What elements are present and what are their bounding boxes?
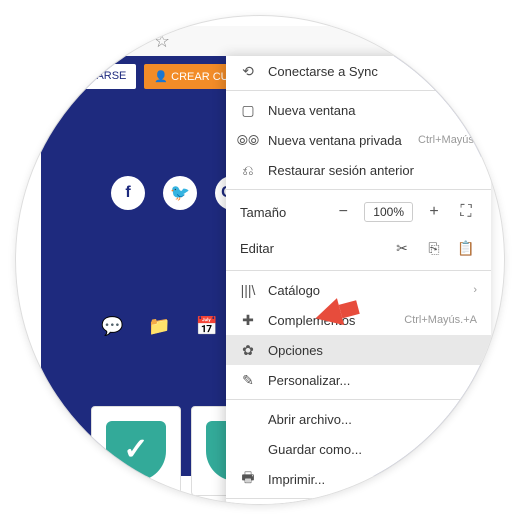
separator — [226, 270, 491, 271]
library-icon[interactable]: |||\ — [464, 31, 471, 52]
menu-label: Abrir archivo... — [268, 412, 448, 427]
mask-icon: ⦾⦾ — [240, 132, 256, 148]
create-account-button[interactable]: 👤 CREAR CU — [144, 64, 238, 89]
printer-icon: 🖶 — [240, 471, 256, 487]
sync-icon: ⟲ — [240, 63, 256, 79]
paintbrush-icon: ✎ — [240, 372, 256, 388]
zoom-out-button[interactable]: − — [332, 201, 354, 223]
puzzle-icon: ✚ — [240, 312, 256, 328]
cut-button[interactable]: ✂ — [391, 237, 413, 259]
shortcut: Ctrl+Mayús.+A — [404, 314, 477, 326]
menu-options[interactable]: ✿ Opciones — [226, 335, 491, 365]
menu-new-window[interactable]: ▢ Nueva ventana — [226, 95, 491, 125]
fullscreen-button[interactable]: ⛶ — [455, 201, 477, 223]
menu-label: Personalizar... — [268, 373, 477, 388]
card-item[interactable] — [91, 406, 181, 496]
zoom-value: 100% — [364, 202, 413, 222]
facebook-icon[interactable]: f — [111, 176, 145, 210]
menu-label: Restaurar sesión anterior — [268, 163, 477, 178]
shortcut: Ctrl+Mayús. — [418, 134, 477, 146]
menu-label: Catálogo — [268, 283, 461, 298]
menu-label: Guardar como... — [268, 442, 477, 457]
menu-zoom: Tamaño − 100% + ⛶ — [226, 194, 491, 230]
menu-edit: Editar ✂ ⎘ 📋 — [226, 230, 491, 266]
menu-label: Nueva ventana — [268, 103, 477, 118]
chat-icon[interactable]: 💬 — [101, 316, 123, 337]
chevron-right-icon: › — [473, 284, 477, 296]
browser-toolbar: ••• ☆ |||\ — [81, 26, 481, 56]
separator — [226, 399, 491, 400]
restore-icon: ⎌ — [240, 162, 256, 178]
folder-icon[interactable]: 📁 — [148, 316, 170, 337]
bookmark-star-icon[interactable]: ☆ — [154, 31, 170, 52]
copy-button[interactable]: ⎘ — [423, 237, 445, 259]
menu-new-private-window[interactable]: ⦾⦾ Nueva ventana privada Ctrl+Mayús. — [226, 125, 491, 155]
separator — [226, 189, 491, 190]
menu-label: Imprimir... — [268, 472, 477, 487]
edit-label: Editar — [240, 241, 381, 256]
menu-sync[interactable]: ⟲ Conectarse a Sync — [226, 56, 491, 86]
menu-customize[interactable]: ✎ Personalizar... — [226, 365, 491, 395]
calendar-icon[interactable]: 📅 — [196, 316, 218, 337]
library-icon: |||\ — [240, 282, 256, 298]
menu-open-file[interactable]: Abrir archivo... Ctrl — [226, 404, 491, 434]
menu-print[interactable]: 🖶 Imprimir... — [226, 464, 491, 494]
overflow-icon[interactable]: ••• — [91, 32, 114, 50]
window-icon: ▢ — [240, 102, 256, 118]
twitter-icon[interactable]: 🐦 — [163, 176, 197, 210]
login-button[interactable]: NTIFICARSE — [51, 64, 136, 89]
menu-catalog[interactable]: |||\ Catálogo › — [226, 275, 491, 305]
menu-restore-session[interactable]: ⎌ Restaurar sesión anterior — [226, 155, 491, 185]
shield-icon — [106, 421, 166, 481]
paste-button[interactable]: 📋 — [455, 237, 477, 259]
separator — [226, 498, 491, 499]
menu-label: Opciones — [268, 343, 477, 358]
zoom-label: Tamaño — [240, 205, 322, 220]
menu-find[interactable]: 🔍 Buscar en esta página — [226, 503, 491, 505]
gear-icon: ✿ — [240, 342, 256, 358]
browser-menu: ⟲ Conectarse a Sync ▢ Nueva ventana ⦾⦾ N… — [226, 56, 491, 505]
menu-save-as[interactable]: Guardar como... — [226, 434, 491, 464]
menu-label: Nueva ventana privada — [268, 133, 406, 148]
zoom-in-button[interactable]: + — [423, 201, 445, 223]
pocket-icon[interactable] — [126, 33, 142, 49]
shortcut: Ctrl — [460, 413, 477, 425]
menu-label: Conectarse a Sync — [268, 64, 477, 79]
separator — [226, 90, 491, 91]
